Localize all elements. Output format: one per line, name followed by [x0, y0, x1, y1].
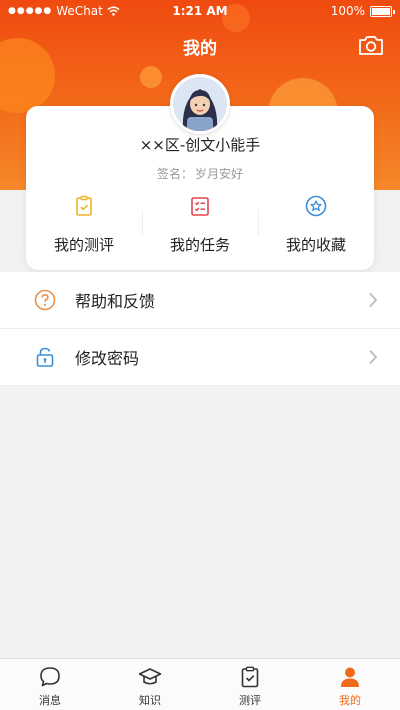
page-title: 我的 — [183, 39, 217, 59]
person-icon — [341, 667, 359, 687]
tab-label: 测评 — [239, 694, 261, 707]
tab-label: 我的 — [339, 694, 361, 707]
menu-item-label: 修改密码 — [75, 349, 140, 368]
tab-knowledge[interactable]: 知识 — [100, 659, 200, 710]
shortcut-my-tasks[interactable]: 我的任务 — [142, 194, 258, 255]
chevron-right-icon — [369, 292, 378, 308]
user-name: ××区-创文小能手 — [139, 136, 261, 154]
graduation-cap-icon — [138, 668, 162, 685]
question-circle-icon — [34, 289, 56, 311]
status-time: 1:21 AM — [172, 4, 228, 18]
menu-item-help-feedback[interactable]: 帮助和反馈 — [0, 272, 400, 329]
signature-label: 签名： — [156, 167, 193, 181]
settings-menu: 帮助和反馈 修改密码 — [0, 272, 400, 386]
star-circle-icon — [305, 195, 327, 217]
decor-bubble — [140, 66, 162, 88]
clipboard-check-icon — [76, 195, 92, 216]
chat-bubble-icon — [40, 667, 60, 687]
task-list-icon — [191, 197, 209, 216]
menu-item-change-password[interactable]: 修改密码 — [0, 329, 400, 386]
tab-label: 知识 — [139, 694, 161, 707]
tab-messages[interactable]: 消息 — [0, 659, 100, 710]
avatar-illustration — [173, 77, 227, 131]
tab-label: 消息 — [39, 694, 61, 707]
menu-item-label: 帮助和反馈 — [75, 292, 156, 311]
chevron-right-icon — [369, 349, 378, 365]
camera-icon[interactable] — [358, 34, 384, 56]
bottom-tab-bar: 消息 知识 测评 我的 — [0, 658, 400, 710]
signature-text: 岁月安好 — [195, 167, 244, 181]
battery-icon — [370, 5, 395, 17]
shortcut-my-favorites[interactable]: 我的收藏 — [258, 194, 374, 255]
shortcut-label: 我的任务 — [169, 236, 230, 254]
lock-icon — [36, 347, 54, 367]
tab-mine[interactable]: 我的 — [300, 659, 400, 710]
user-signature: 签名： 岁月安好 — [26, 165, 374, 182]
shortcut-label: 我的收藏 — [285, 236, 346, 254]
clipboard-icon — [241, 666, 259, 688]
tab-evaluation[interactable]: 测评 — [200, 659, 300, 710]
shortcut-label: 我的测评 — [53, 236, 114, 254]
avatar[interactable] — [170, 74, 230, 134]
status-bar: ●●●●● WeChat 1:21 AM 100% — [0, 0, 400, 22]
shortcut-my-evaluations[interactable]: 我的测评 — [26, 194, 142, 255]
